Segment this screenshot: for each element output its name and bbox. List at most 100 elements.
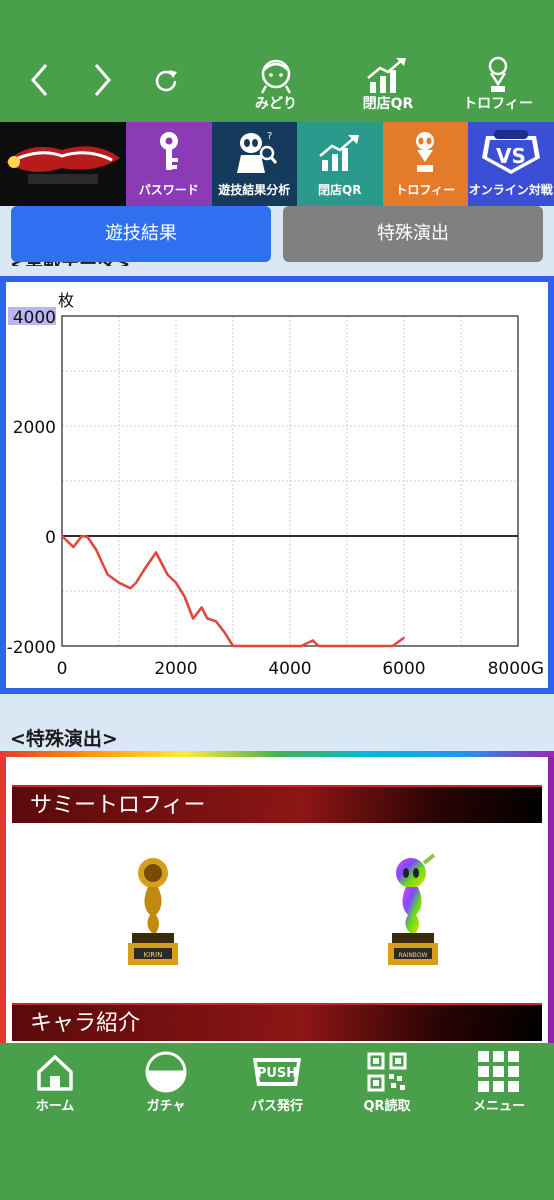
forward-button[interactable]	[82, 62, 122, 108]
series-point	[206, 617, 209, 620]
growth-chart-icon	[318, 135, 359, 171]
top-bar: みどり 閉店QR トロフィー	[0, 0, 554, 122]
series-point	[95, 548, 97, 551]
series-point	[223, 631, 226, 634]
analysis-tile[interactable]: ? 遊技結果分析	[211, 122, 297, 206]
trophy-icon	[416, 132, 435, 172]
online-battle-label: オンライン対戦	[468, 183, 553, 197]
analysis-label: 遊技結果分析	[218, 183, 291, 197]
password-label: パスワード	[138, 183, 199, 197]
tab-special-effects[interactable]: 特殊演出	[283, 206, 543, 262]
nav-pass-issue-label: パス発行	[250, 1099, 303, 1114]
series-point	[61, 535, 63, 537]
closing-qr-tile-label: 閉店QR	[318, 183, 362, 197]
series-point	[155, 551, 157, 554]
kirin-trophy-icon: KIRIN	[128, 858, 178, 965]
series-point	[346, 645, 348, 647]
key-icon	[159, 132, 178, 170]
tab-bar: <実戦データ> 遊技結果 特殊演出	[0, 206, 554, 272]
y-tick-label: 2000	[13, 418, 56, 438]
series-point	[215, 620, 217, 623]
slump-graph: 4000 2000 0 -2000 枚 0 2000 4000 6000 8000G	[0, 276, 554, 694]
series-point	[300, 645, 303, 647]
midori-label: みどり	[255, 96, 297, 112]
nav-gacha-label: ガチャ	[146, 1099, 186, 1114]
series-point	[200, 606, 203, 609]
series-point	[72, 546, 75, 548]
series-point	[312, 639, 314, 642]
y-tick-label: 0	[45, 528, 56, 548]
alien-analysis-icon: ?	[237, 131, 278, 173]
closing-qr-label: 閉店QR	[362, 96, 414, 112]
nav-home-label: ホーム	[35, 1099, 75, 1114]
online-battle-tile[interactable]: VS オンライン対戦	[468, 122, 554, 206]
reload-icon	[155, 70, 177, 92]
character-intro-banner: キャラ紹介	[12, 1003, 542, 1041]
bottom-navigation: ホーム ガチャ PUSH パス発行 QR読取 メニュー	[0, 1043, 554, 1200]
grid-menu-icon	[478, 1051, 519, 1092]
rainbow-trophy-icon: RAINBOW	[388, 853, 438, 965]
series-point	[192, 617, 194, 620]
summy-trophy-banner: サミートロフィー	[12, 785, 542, 823]
trophy-button[interactable]: トロフィー	[452, 56, 544, 118]
home-icon	[37, 1055, 73, 1091]
series-point	[232, 645, 234, 647]
game-logo	[0, 122, 126, 206]
nav-pass-issue[interactable]: PUSH パス発行	[227, 1049, 327, 1119]
nav-menu[interactable]: メニュー	[449, 1049, 549, 1119]
svg-text:VS: VS	[496, 144, 526, 168]
nav-qr-scan-label: QR読取	[363, 1099, 411, 1114]
series-point	[175, 581, 177, 584]
slump-chart: 400020000-2000枚0 2000 4000 6000 8000G	[7, 291, 544, 679]
qr-icon	[367, 1052, 407, 1092]
reload-button[interactable]	[146, 62, 186, 108]
series-point	[317, 645, 320, 647]
series-point	[166, 573, 169, 576]
rainbow-trophy[interactable]: RAINBOW	[378, 853, 448, 973]
x-tick-label: 8000G	[488, 659, 544, 679]
svg-text:?: ?	[267, 131, 272, 142]
series-point	[86, 536, 89, 538]
series-point	[135, 581, 137, 584]
x-tick-label: 0	[57, 659, 68, 679]
closing-qr-tile[interactable]: 閉店QR	[297, 122, 383, 206]
nav-qr-scan[interactable]: QR読取	[337, 1049, 437, 1119]
trophy-label: トロフィー	[463, 96, 533, 112]
x-tick-label: 6000	[382, 659, 425, 679]
nav-home[interactable]: ホーム	[5, 1049, 105, 1119]
nav-menu-label: メニュー	[472, 1099, 525, 1114]
special-section-heading: <特殊演出>	[10, 728, 118, 750]
character-icon	[260, 59, 292, 94]
password-tile[interactable]: パスワード	[126, 122, 212, 206]
series-point	[391, 645, 394, 647]
back-button[interactable]	[20, 62, 60, 108]
series-point	[143, 568, 146, 570]
chevron-right-icon	[94, 64, 111, 96]
series-point	[129, 587, 132, 590]
series-point	[81, 535, 83, 537]
midori-button[interactable]: みどり	[230, 56, 322, 118]
kirin-plate-text: KIRIN	[144, 951, 163, 959]
series-point	[106, 573, 109, 576]
special-effects-panel: サミートロフィー KIRIN RAINBOW キャラ紹介	[0, 757, 554, 1043]
tab-play-results[interactable]: 遊技結果	[11, 206, 271, 262]
rainbow-plate-text: RAINBOW	[399, 952, 428, 959]
trophy-icon	[488, 56, 508, 92]
push-icon: PUSH	[253, 1058, 301, 1086]
y-tick-label: 4000	[13, 308, 56, 328]
y-tick-label: -2000	[7, 638, 56, 658]
game-logo-tile[interactable]	[0, 122, 126, 206]
gacha-icon	[145, 1051, 187, 1093]
svg-text:PUSH: PUSH	[257, 1066, 297, 1081]
nav-gacha[interactable]: ガチャ	[116, 1049, 216, 1119]
trophy-tile-label: トロフィー	[395, 183, 456, 197]
closing-qr-button[interactable]: 閉店QR	[342, 56, 434, 118]
x-tick-label: 2000	[154, 659, 197, 679]
trophy-tile[interactable]: トロフィー	[382, 122, 468, 206]
series-point	[183, 595, 186, 598]
series-point	[118, 581, 120, 584]
y-axis-unit: 枚	[58, 291, 74, 310]
vs-badge-icon: VS	[481, 130, 540, 174]
main-content: <実戦データ> 遊技結果 特殊演出 400020000-2000枚0200040…	[0, 206, 554, 1043]
kirin-trophy[interactable]: KIRIN	[118, 853, 188, 973]
